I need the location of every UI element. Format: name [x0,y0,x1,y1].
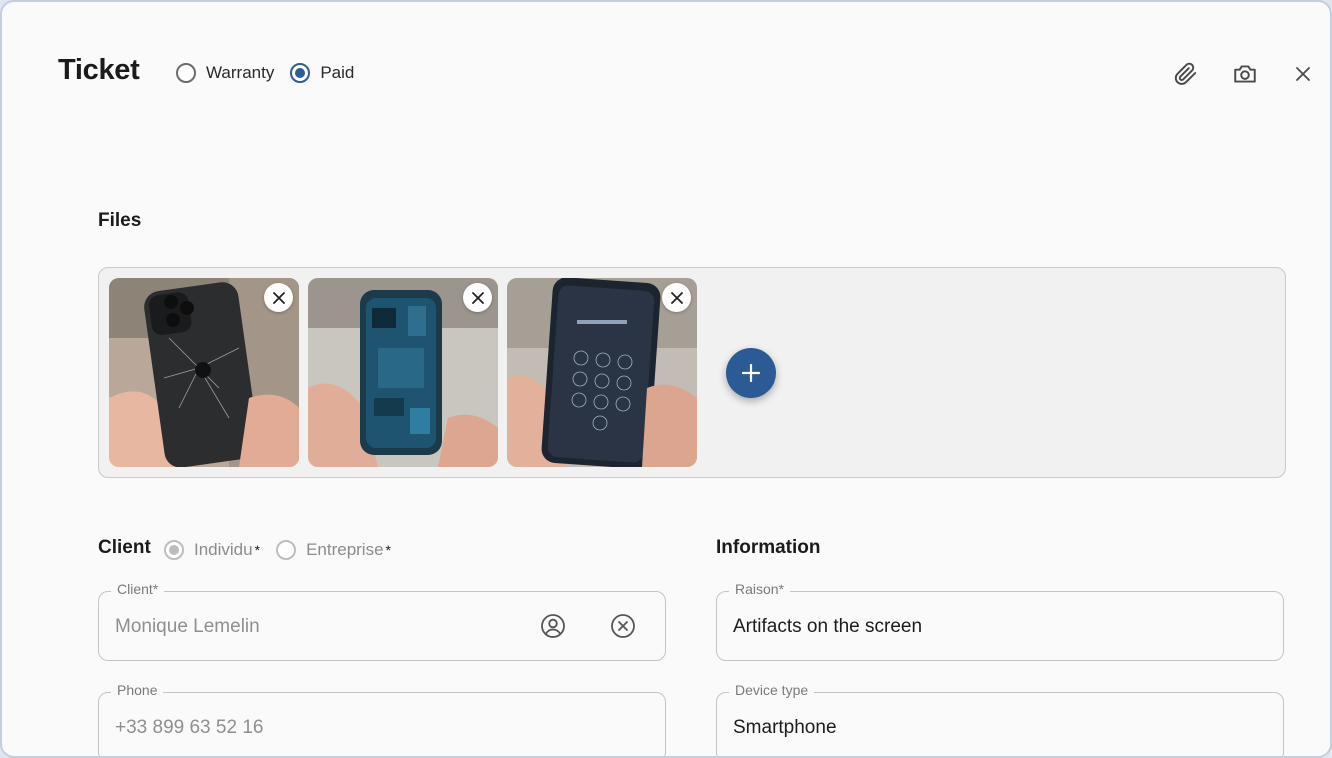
close-icon [471,291,484,304]
add-file-button[interactable] [726,348,776,398]
radio-warranty[interactable]: Warranty [176,63,274,83]
reason-field[interactable]: Raison* Artifacts on the screen [716,581,1284,661]
device-type-field-value[interactable]: Smartphone [733,717,837,739]
paperclip-icon[interactable] [1169,58,1201,90]
reason-field-value-text: Artifacts on the screen [733,616,923,637]
required-marker: * [254,542,261,558]
ticket-dialog: Ticket Warranty Paid Files Client Indivi… [0,0,1332,758]
files-dropzone[interactable] [98,267,1286,478]
remove-file-button[interactable] [264,283,293,312]
dialog-title: Ticket [58,54,140,86]
reason-field-value[interactable]: Artifacts on the screen [733,616,922,638]
device-type-field-label: Device type [729,682,815,698]
close-icon [272,291,285,304]
radio-paid[interactable]: Paid [290,63,354,83]
plus-icon [741,363,761,383]
remove-file-button[interactable] [463,283,492,312]
radio-individu-circle[interactable] [164,540,184,560]
clear-circle-icon[interactable] [608,611,638,641]
reason-field-label: Raison* [729,581,791,597]
file-thumbnail[interactable] [109,278,299,467]
file-thumbnail[interactable] [308,278,498,467]
radio-entreprise-label: Entreprise [306,540,384,559]
phone-field-value[interactable]: +33 899 63 52 16 [115,717,263,739]
ticket-type-group: Warranty Paid [176,63,370,83]
close-icon[interactable] [1287,58,1319,90]
radio-individu[interactable]: Individu * [164,540,260,560]
radio-warranty-circle[interactable] [176,63,196,83]
radio-entreprise[interactable]: Entreprise * [276,540,391,560]
radio-warranty-label: Warranty [206,63,275,82]
radio-paid-circle[interactable] [290,63,311,83]
information-section-title: Information [716,537,821,558]
close-icon [670,291,683,304]
client-type-group: Individu * Entreprise * [164,540,407,560]
client-section-title: Client [98,537,151,558]
client-field-label: Client* [111,581,165,597]
remove-file-button[interactable] [662,283,691,312]
radio-entreprise-circle[interactable] [276,540,297,560]
phone-field[interactable]: Phone +33 899 63 52 16 [98,682,666,756]
device-type-field[interactable]: Device type Smartphone [716,682,1284,756]
camera-icon[interactable] [1229,58,1261,90]
user-circle-icon[interactable] [538,611,568,641]
client-field-value[interactable]: Monique Lemelin [115,616,260,638]
required-marker: * [385,542,391,558]
phone-field-label: Phone [111,682,164,698]
radio-paid-label: Paid [320,63,355,82]
file-thumbnail[interactable] [507,278,697,467]
files-section-title: Files [98,210,142,231]
client-field[interactable]: Client* Monique Lemelin [98,581,666,661]
radio-individu-label: Individu [194,540,253,559]
